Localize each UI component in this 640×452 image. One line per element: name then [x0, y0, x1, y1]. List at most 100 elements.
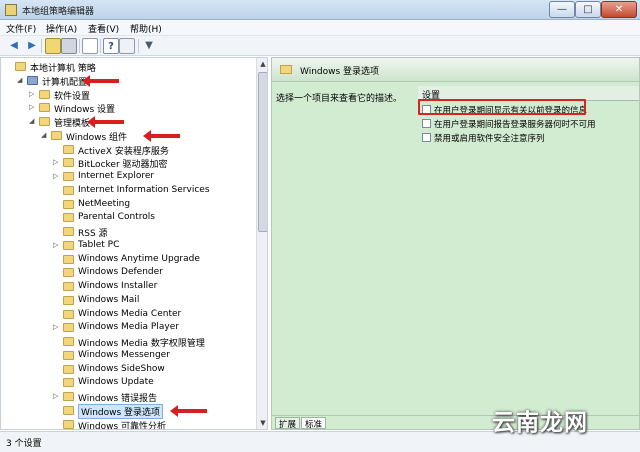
folder-icon: [63, 268, 74, 278]
tree-item-label: Windows SideShow: [78, 363, 165, 374]
collapse-icon[interactable]: ◢: [41, 131, 49, 139]
tree-item-label: Internet Explorer: [78, 171, 155, 181]
expand-icon[interactable]: ▷: [53, 392, 61, 400]
menu-help[interactable]: 帮助(H): [130, 22, 162, 35]
tab-standard[interactable]: 标准: [301, 417, 327, 429]
folder-icon: [63, 282, 74, 291]
scroll-thumb[interactable]: [258, 72, 267, 232]
tree-item-label: Windows Media Center: [78, 308, 182, 319]
tree-item-label: BitLocker 驱动器加密: [78, 160, 168, 171]
tab-extended[interactable]: 扩展: [275, 417, 301, 429]
tree-item-label: Windows Media Player: [78, 322, 179, 333]
help-icon[interactable]: ?: [103, 38, 119, 54]
policy-setting-icon: [422, 119, 431, 128]
tree-item-label: 计算机配置: [42, 77, 88, 88]
toolbar-separator: [138, 39, 139, 53]
setting-label: 在用户登录期间报告登录服务器何时不可用: [434, 120, 596, 130]
expand-icon[interactable]: ▷: [29, 103, 37, 111]
folder-icon: [51, 130, 62, 140]
annotation-arrow: [86, 116, 124, 128]
folder-icon: [63, 337, 74, 346]
folder-icon: [63, 227, 74, 236]
toolbar-separator: [41, 39, 42, 53]
tree-item-label: NetMeeting: [78, 198, 131, 209]
folder-up-icon[interactable]: [45, 38, 61, 54]
toolbar-separator: [79, 39, 80, 53]
folder-icon: [63, 419, 74, 429]
folder-icon: [63, 350, 74, 360]
setting-row[interactable]: 在用户登录期间报告登录服务器何时不可用: [418, 117, 639, 130]
folder-icon: [280, 65, 292, 74]
computer-icon: [27, 75, 38, 85]
tree-item-label: 软件设置: [54, 91, 91, 102]
tree-item-label: Parental Controls: [78, 212, 155, 223]
folder-icon: [63, 254, 74, 264]
folder-icon: [63, 364, 74, 374]
folder-icon: [63, 295, 74, 305]
tree-scrollbar[interactable]: ▲ ▼: [256, 58, 267, 429]
folder-icon: [63, 405, 74, 415]
menu-file[interactable]: 文件(F): [6, 22, 36, 35]
scroll-down-icon[interactable]: ▼: [257, 417, 267, 429]
folder-icon: [39, 103, 50, 113]
expand-icon[interactable]: ▷: [53, 323, 61, 331]
properties-icon[interactable]: [119, 38, 135, 54]
expand-icon[interactable]: ▷: [53, 172, 61, 180]
tree-item-label: Windows 组件: [66, 132, 128, 143]
tree-item-label: ActiveX 安装程序服务: [78, 146, 169, 157]
menu-view[interactable]: 查看(V): [88, 22, 119, 35]
status-text: 3 个设置: [6, 439, 42, 449]
folder-icon: [63, 392, 74, 401]
toolbar-separator: [100, 39, 101, 53]
expand-icon[interactable]: ▷: [29, 90, 37, 98]
tree-item-label: Windows 登录选项: [78, 403, 164, 419]
watermark-logo: 云南龙网: [492, 409, 588, 436]
scroll-up-icon[interactable]: ▲: [257, 58, 267, 70]
annotation-arrow: [143, 129, 180, 142]
expand-icon[interactable]: ▷: [53, 158, 61, 166]
folder-icon: [63, 323, 74, 333]
folder-icon: [63, 144, 74, 154]
tree-item-label: Windows Anytime Upgrade: [78, 253, 200, 264]
tree-item-label: Windows 设置: [54, 105, 116, 116]
tree-item-label: Windows Update: [78, 377, 154, 388]
tree-item-label: Windows Media 数字权限管理: [78, 339, 205, 349]
setting-row[interactable]: 禁用或启用软件安全注意序列: [418, 131, 639, 144]
collapse-icon[interactable]: ◢: [29, 117, 37, 125]
expand-icon[interactable]: ▷: [53, 241, 61, 249]
close-button[interactable]: ✕: [601, 1, 637, 18]
menu-bar: 文件(F) 操作(A) 查看(V) 帮助(H): [0, 20, 640, 36]
title-bar: 本地组策略编辑器 — □ ✕: [0, 0, 640, 20]
toolbar: ◀ ▶ ? ▼: [0, 36, 640, 56]
description-text: 选择一个项目来查看它的描述。: [276, 94, 403, 104]
tree-item-label: 本地计算机 策略: [30, 64, 96, 74]
details-title: Windows 登录选项: [300, 67, 380, 77]
highlight-annotation: [418, 99, 586, 115]
minimize-button[interactable]: —: [549, 1, 575, 18]
folder-icon: [63, 309, 74, 319]
tree-item-label: Internet Information Services: [78, 184, 210, 195]
tree-item-label: Windows Defender: [78, 267, 163, 278]
folder-icon: [63, 158, 74, 168]
maximize-button[interactable]: □: [575, 1, 601, 18]
folder-icon: [63, 213, 74, 223]
folder-icon: [63, 172, 74, 181]
export-list-icon[interactable]: [82, 38, 98, 54]
details-header: Windows 登录选项: [272, 58, 639, 82]
menu-action[interactable]: 操作(A): [46, 22, 77, 35]
policy-icon: [15, 62, 26, 71]
setting-label: 禁用或启用软件安全注意序列: [434, 134, 545, 144]
tree-item-label: Windows Mail: [78, 294, 140, 305]
folder-icon: [39, 117, 50, 126]
arrow-left-icon[interactable]: ◀: [6, 38, 22, 54]
details-pane: Windows 登录选项 选择一个项目来查看它的描述。 设置 在用户登录期间显示…: [271, 57, 640, 430]
folder-icon: [39, 89, 50, 99]
folder-icon: [63, 378, 74, 388]
arrow-right-icon[interactable]: ▶: [24, 38, 40, 54]
collapse-icon[interactable]: ◢: [17, 76, 25, 84]
annotation-arrow: [82, 74, 119, 87]
tree-item-label: Windows 错误报告: [78, 394, 158, 404]
show-hide-tree-icon[interactable]: [61, 38, 77, 54]
filter-icon[interactable]: ▼: [141, 38, 157, 54]
policy-setting-icon: [422, 133, 431, 142]
